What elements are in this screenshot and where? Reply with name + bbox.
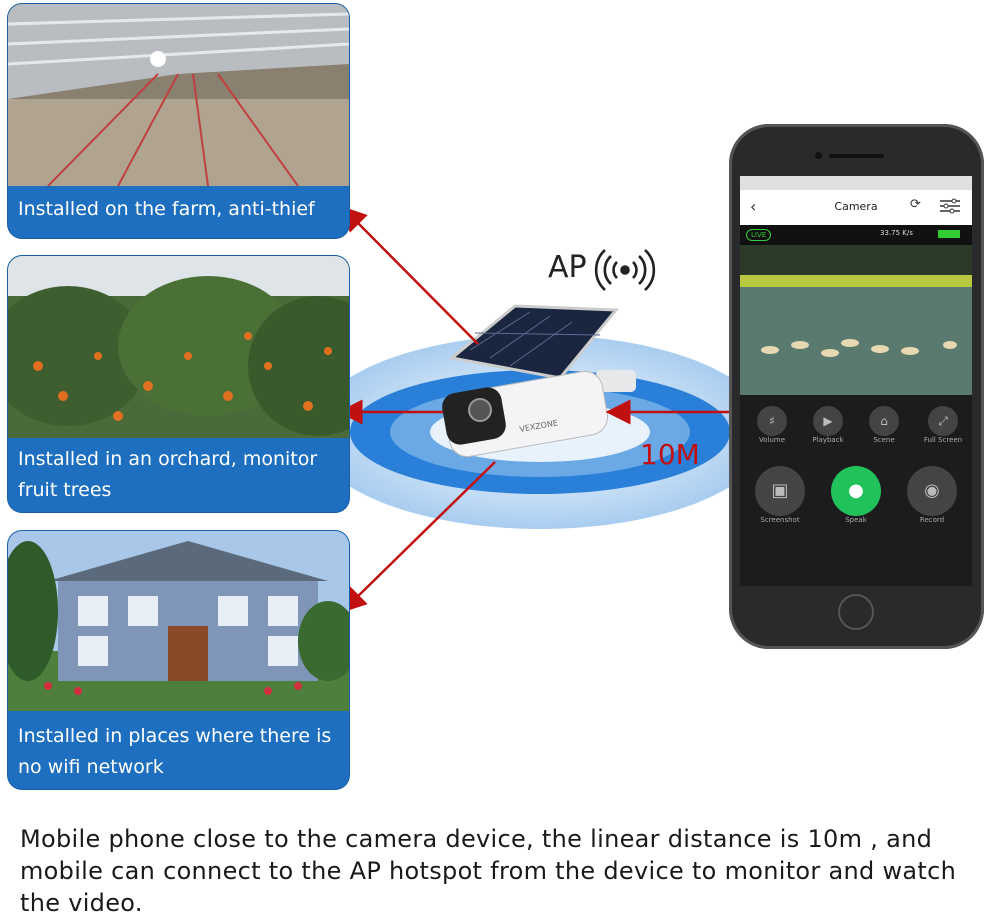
camera-icon: ▣ [755, 466, 805, 516]
home-button[interactable] [838, 594, 874, 630]
farm-caption: Installed on the farm, anti-thief [18, 198, 315, 220]
arrow-to-farm [341, 206, 479, 345]
battery-icon [938, 230, 960, 238]
settings-sliders-icon[interactable] [940, 198, 960, 214]
record-label: Record [919, 516, 945, 524]
status-bar [740, 176, 972, 190]
fullscreen-label: Full Screen [923, 436, 963, 444]
app-bar: ‹ Camera ⟳ [740, 190, 972, 225]
scene-label: Scene [873, 436, 895, 444]
farm-photo [8, 4, 349, 186]
house-card: Installed in places where there is no wi… [8, 531, 349, 789]
playback-icon: ▶ [813, 406, 843, 436]
volume-label: Volume [758, 436, 786, 444]
stream-info-bar: LIVE 33.75 K/s [740, 225, 972, 245]
fullscreen-icon: ⤢ [928, 406, 958, 436]
volume-icon: ♯ [757, 406, 787, 436]
video-camera-icon: ◉ [907, 466, 957, 516]
earpiece-speaker [829, 154, 884, 158]
orchard-caption: Installed in an orchard, monitor fruit t… [18, 448, 318, 501]
front-camera [815, 152, 822, 159]
screenshot-label: Screenshot [760, 516, 800, 524]
app-title: Camera [834, 200, 878, 213]
microphone-icon: ● [831, 466, 881, 516]
orchard-card: Installed in an orchard, monitor fruit t… [8, 256, 349, 512]
ap-label: AP [548, 250, 587, 285]
farm-card: Installed on the farm, anti-thief [8, 4, 349, 238]
smartphone: ‹ Camera ⟳ LIVE 33.75 K/s ♯ Volume ▶ Pla… [729, 124, 984, 649]
live-badge: LIVE [746, 229, 772, 241]
phone-screen: ‹ Camera ⟳ LIVE 33.75 K/s ♯ Volume ▶ Pla… [740, 176, 972, 586]
live-video-feed[interactable] [740, 245, 972, 395]
playback-label: Playback [812, 436, 844, 444]
volume-control[interactable]: ♯ Volume [752, 406, 792, 444]
screenshot-control[interactable]: ▣ Screenshot [752, 466, 808, 524]
home-icon: ⌂ [869, 406, 899, 436]
orchard-photo [8, 256, 349, 438]
house-photo [8, 531, 349, 711]
record-control[interactable]: ◉ Record [904, 466, 960, 524]
speak-label: Speak [845, 516, 867, 524]
fullscreen-control[interactable]: ⤢ Full Screen [918, 406, 968, 444]
share-icon[interactable]: ⟳ [910, 197, 921, 212]
description-caption: Mobile phone close to the camera device,… [20, 825, 957, 917]
distance-label: 10M [640, 438, 700, 471]
house-caption: Installed in places where there is no wi… [18, 725, 332, 778]
playback-control[interactable]: ▶ Playback [808, 406, 848, 444]
scene-control[interactable]: ⌂ Scene [864, 406, 904, 444]
stream-speed: 33.75 K/s [880, 229, 913, 237]
speak-control[interactable]: ● Speak [828, 466, 884, 524]
wifi-signal-icon [594, 249, 656, 291]
